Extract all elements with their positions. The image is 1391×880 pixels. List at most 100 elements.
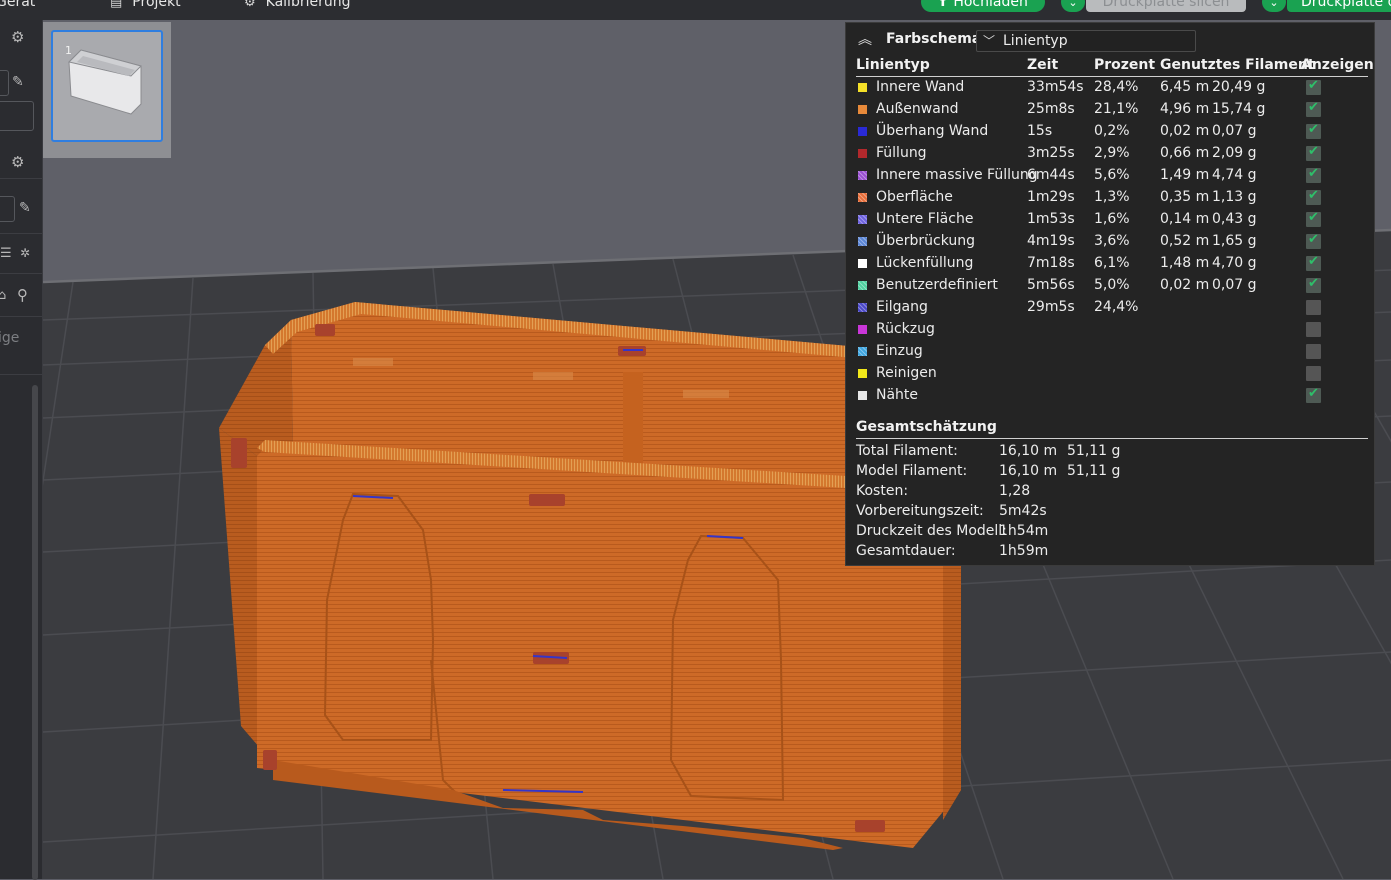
legend-row: Innere massive Füllung 6m44s 5,6% 1,49 m 4,7… <box>846 165 1374 187</box>
legend-row-length: 0,52 m <box>1160 233 1210 249</box>
summary-row: Gesamtdauer: 1h59m <box>846 543 1374 563</box>
legend-row: Lückenfüllung 7m18s 6,1% 1,48 m 4,70 g <box>846 253 1374 275</box>
color-swatch <box>858 83 867 92</box>
color-swatch <box>858 347 867 356</box>
printer-settings-gear-icon[interactable]: ⚙ <box>11 28 24 46</box>
legend-row-label: Rückzug <box>876 321 935 337</box>
legend-row: Überbrückung 4m19s 3,6% 0,52 m 1,65 g <box>846 231 1374 253</box>
print-options-button[interactable]: ⌄ <box>1262 0 1286 12</box>
plate-number: 1 <box>65 44 72 57</box>
plate-select[interactable] <box>0 101 34 131</box>
summary-value: 16,10 m <box>999 443 1058 459</box>
tools-icon[interactable]: ✲ <box>20 246 30 260</box>
plate-thumbnail[interactable]: 1 <box>43 22 171 158</box>
filament-select[interactable] <box>0 196 15 222</box>
show-checkbox[interactable] <box>1306 78 1321 95</box>
collapse-chevron-up-icon[interactable]: ︽ <box>858 29 872 49</box>
upload-button[interactable]: ⬆ Hochladen <box>921 0 1045 12</box>
summary-value: 1,28 <box>999 483 1031 499</box>
legend-row-label: Füllung <box>876 145 927 161</box>
legend-row-percent: 6,1% <box>1094 255 1130 271</box>
color-swatch <box>858 237 867 246</box>
legend-row: Oberfläche 1m29s 1,3% 0,35 m 1,13 g <box>846 187 1374 209</box>
legend-row-label: Außenwand <box>876 101 959 117</box>
menu-device-label: Gerät <box>0 0 36 10</box>
show-checkbox[interactable] <box>1306 254 1321 271</box>
show-checkbox[interactable] <box>1306 232 1321 249</box>
legend-row-length: 6,45 m <box>1160 79 1210 95</box>
show-checkbox[interactable] <box>1306 144 1321 161</box>
legend-row: Innere Wand 33m54s 28,4% 6,45 m 20,49 g <box>846 77 1374 99</box>
summary-value: 16,10 m <box>999 463 1058 479</box>
show-checkbox[interactable] <box>1306 300 1321 315</box>
legend-row-time: 3m25s <box>1027 145 1075 161</box>
summary-value: 1h54m <box>999 523 1049 539</box>
legend-row-time: 25m8s <box>1027 101 1075 117</box>
show-checkbox[interactable] <box>1306 386 1321 403</box>
legend-row-time: 7m18s <box>1027 255 1075 271</box>
legend-row-label: Reinigen <box>876 365 937 381</box>
filament-settings-gear-icon[interactable]: ⚙ <box>11 153 24 171</box>
legend-row-weight: 0,43 g <box>1212 211 1257 227</box>
sidebar-scrollbar[interactable] <box>32 385 38 880</box>
print-plate-label: Druckplatte d <box>1301 0 1391 10</box>
show-checkbox[interactable] <box>1306 322 1321 337</box>
color-swatch <box>858 303 867 312</box>
show-checkbox[interactable] <box>1306 100 1321 117</box>
legend-row-time: 6m44s <box>1027 167 1075 183</box>
upload-icon: ⬆ <box>938 0 948 9</box>
legend-row-label: Überhang Wand <box>876 123 989 139</box>
show-checkbox[interactable] <box>1306 366 1321 381</box>
legend-row-label: Oberfläche <box>876 189 953 205</box>
legend-row-label: Überbrückung <box>876 233 976 249</box>
legend-row-label: Nähte <box>876 387 919 403</box>
summary-row: Vorbereitungszeit: 5m42s <box>846 503 1374 523</box>
chevron-down-icon: ⌄ <box>1068 0 1078 9</box>
slice-plate-label: Druckplatte slicen <box>1102 0 1230 10</box>
legend-row-label: Benutzerdefiniert <box>876 277 998 293</box>
calibration-icon: ⚙ <box>244 0 256 10</box>
edit-icon[interactable]: ✎ <box>12 74 24 90</box>
list-icon[interactable]: ☰ <box>0 246 12 261</box>
legend-row-weight: 4,74 g <box>1212 167 1257 183</box>
legend-row-label: Innere massive Füllung <box>876 167 1038 183</box>
menu-project[interactable]: ▤ Projekt <box>110 0 181 10</box>
color-swatch <box>858 105 867 114</box>
summary-value-secondary: 51,11 g <box>1067 443 1121 459</box>
summary-key: Total Filament: <box>856 443 958 459</box>
color-swatch <box>858 325 867 334</box>
menu-device[interactable]: Gerät <box>0 0 35 10</box>
legend-row-time: 29m5s <box>1027 299 1075 315</box>
show-checkbox[interactable] <box>1306 122 1321 139</box>
show-checkbox[interactable] <box>1306 166 1321 183</box>
legend-row-weight: 15,74 g <box>1212 101 1266 117</box>
color-swatch <box>858 149 867 158</box>
show-checkbox[interactable] <box>1306 188 1321 205</box>
legend-row-weight: 1,65 g <box>1212 233 1257 249</box>
left-sidebar: ⚙ ✎ ⚙ ✎ ☰ ✲ ⌂ ⚲ ige <box>0 20 43 880</box>
print-plate-button[interactable]: Druckplatte d <box>1287 0 1391 12</box>
search-icon[interactable]: ⚲ <box>17 286 28 304</box>
chevron-down-icon: ⌄ <box>1269 0 1279 9</box>
show-checkbox[interactable] <box>1306 344 1321 359</box>
color-swatch <box>858 391 867 400</box>
edit-icon[interactable]: ✎ <box>19 200 31 216</box>
color-swatch <box>858 369 867 378</box>
show-checkbox[interactable] <box>1306 276 1321 293</box>
slice-options-button[interactable]: ⌄ <box>1061 0 1085 12</box>
legend-row-length: 0,02 m <box>1160 277 1210 293</box>
slice-plate-button[interactable]: Druckplatte slicen <box>1086 0 1246 12</box>
legend-row-label: Innere Wand <box>876 79 965 95</box>
column-header-type: Linientyp <box>856 57 930 73</box>
legend-row-label: Einzug <box>876 343 923 359</box>
legend-row-percent: 1,6% <box>1094 211 1130 227</box>
legend-row-percent: 2,9% <box>1094 145 1130 161</box>
summary-key: Kosten: <box>856 483 909 499</box>
legend-row-weight: 1,13 g <box>1212 189 1257 205</box>
home-icon[interactable]: ⌂ <box>0 288 6 303</box>
column-header-filament: Genutztes Filament <box>1160 57 1315 73</box>
printer-select[interactable] <box>0 70 9 96</box>
menu-calibration[interactable]: ⚙ Kalibrierung <box>244 0 350 10</box>
line-type-select[interactable]: ﹀ Linientyp <box>976 30 1196 52</box>
show-checkbox[interactable] <box>1306 210 1321 227</box>
